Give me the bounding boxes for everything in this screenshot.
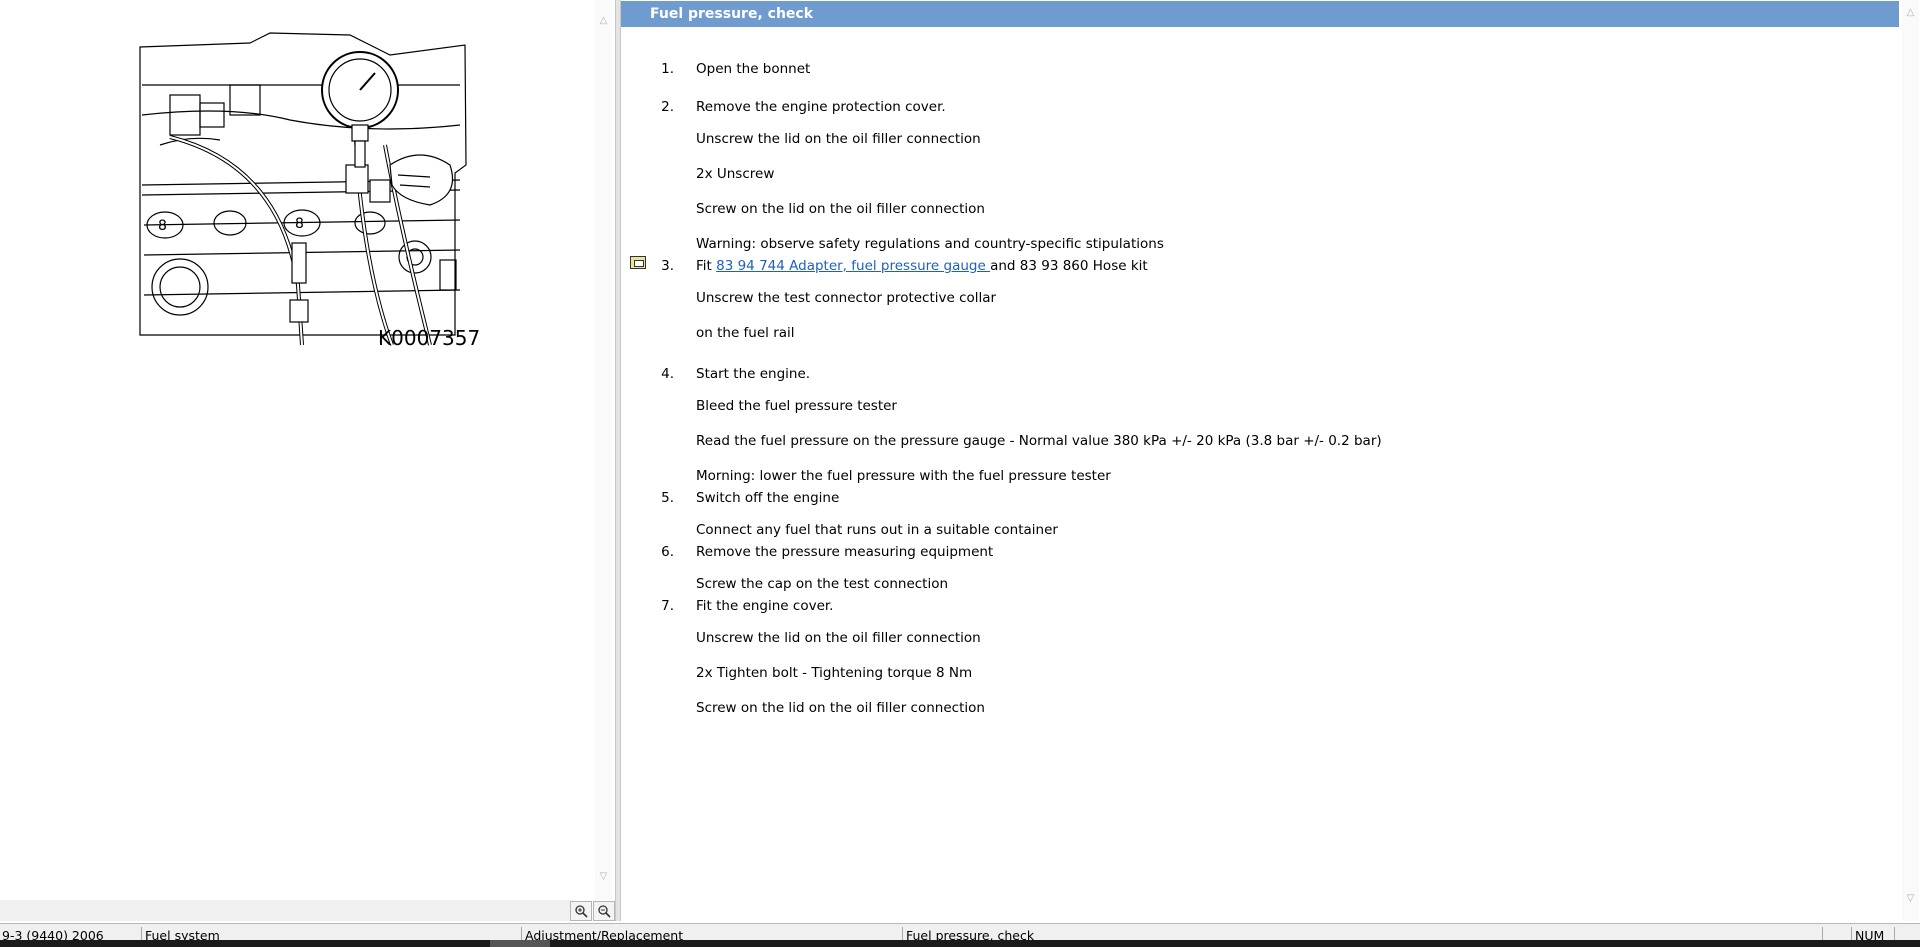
sub-step: 2x Unscrew xyxy=(696,166,775,182)
sub-step: Unscrew the lid on the oil filler connec… xyxy=(696,131,981,147)
sub-step: 2x Tighten bolt - Tightening torque 8 Nm xyxy=(696,665,973,681)
scroll-down-icon[interactable]: ▽ xyxy=(595,868,612,885)
sub-step: Read the fuel pressure on the pressure g… xyxy=(696,433,1382,449)
taskbar-strip-highlight xyxy=(490,940,550,947)
zoom-out-icon xyxy=(598,905,611,918)
scroll-up-icon[interactable]: △ xyxy=(595,12,612,29)
step-3: 3. Fit 83 94 744 Adapter, fuel pressure … xyxy=(661,258,1148,274)
sub-step: Unscrew the test connector protective co… xyxy=(696,290,997,306)
engine-illustration: 8 8 K0007357 xyxy=(139,32,480,350)
sub-step: Morning: lower the fuel pressure with th… xyxy=(696,468,1111,484)
illustration-pane: 8 8 K0007357 △ ▽ xyxy=(0,0,619,921)
sub-step: Screw on the lid on the oil filler conne… xyxy=(696,201,985,217)
zoom-in-button[interactable] xyxy=(570,901,592,921)
step-7: 7. Fit the engine cover. xyxy=(661,598,834,614)
document-title: Fuel pressure, check xyxy=(621,1,1899,27)
illustration-vertical-scrollbar[interactable]: △ ▽ xyxy=(595,0,612,900)
svg-text:8: 8 xyxy=(158,218,167,234)
figure-label: K0007357 xyxy=(378,326,480,350)
taskbar-strip xyxy=(0,940,1920,947)
step-5: 5. Switch off the engine xyxy=(661,490,840,506)
sub-step: Bleed the fuel pressure tester xyxy=(696,398,897,414)
sub-step: on the fuel rail xyxy=(696,325,795,341)
step-4: 4. Start the engine. xyxy=(661,366,811,382)
illustration-horizontal-scrollbar[interactable] xyxy=(0,900,575,921)
sub-step: Screw the cap on the test connection xyxy=(696,576,949,592)
zoom-out-button[interactable] xyxy=(593,901,615,921)
sub-step: Unscrew the lid on the oil filler connec… xyxy=(696,630,981,646)
step-2: 2. Remove the engine protection cover. xyxy=(661,99,946,115)
step-6: 6. Remove the pressure measuring equipmen… xyxy=(661,544,994,560)
document-vertical-scrollbar[interactable]: △ ▽ xyxy=(1902,0,1919,921)
step-1: 1. Open the bonnet xyxy=(661,61,811,77)
tool-icon[interactable] xyxy=(630,256,646,269)
sub-step: Screw on the lid on the oil filler conne… xyxy=(696,700,985,716)
sub-step: Connect any fuel that runs out in a suit… xyxy=(696,522,1058,538)
svg-text:8: 8 xyxy=(295,216,304,232)
sub-step: Warning: observe safety regulations and … xyxy=(696,236,1164,252)
scroll-down-icon[interactable]: ▽ xyxy=(1902,890,1919,907)
zoom-in-icon xyxy=(575,905,588,918)
document-pane: Fuel pressure, check 1. Open the bonnet 2… xyxy=(621,0,1920,921)
scroll-up-icon[interactable]: △ xyxy=(1902,4,1919,21)
adapter-link[interactable]: 83 94 744 Adapter, fuel pressure gauge xyxy=(716,258,990,274)
